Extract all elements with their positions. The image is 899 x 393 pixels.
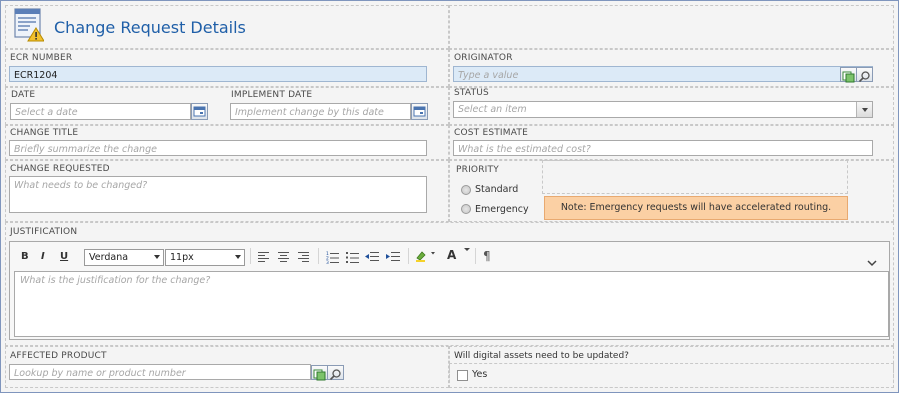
font-family-select[interactable]: Verdana xyxy=(84,249,164,266)
date-label: DATE xyxy=(11,90,36,100)
toolbar-separator xyxy=(475,248,476,264)
font-size-select[interactable]: 11px xyxy=(165,249,245,266)
yes-checkbox[interactable] xyxy=(457,370,468,381)
affected-product-placeholder: Lookup by name or product number xyxy=(14,368,186,379)
address-book-icon xyxy=(313,369,326,381)
change-requested-textarea[interactable]: What needs to be changed? xyxy=(9,176,427,213)
status-dropdown[interactable]: Select an item xyxy=(453,101,873,118)
emergency-radio-label: Emergency xyxy=(475,204,529,215)
justification-label: JUSTIFICATION xyxy=(10,227,78,237)
highlight-icon[interactable] xyxy=(415,248,437,262)
emergency-note: Note: Emergency requests will have accel… xyxy=(544,196,848,220)
underline-button[interactable]: U xyxy=(60,251,68,262)
justification-placeholder: What is the justification for the change… xyxy=(20,275,211,286)
originator-label: ORIGINATOR xyxy=(454,53,513,63)
address-book-button[interactable] xyxy=(840,67,857,83)
change-requested-placeholder: What needs to be changed? xyxy=(14,180,148,191)
svg-text:3: 3 xyxy=(326,260,329,264)
bold-button[interactable]: B xyxy=(21,251,29,262)
paragraph-button[interactable]: ¶ xyxy=(483,249,491,263)
bullet-list-icon[interactable] xyxy=(346,249,359,263)
ecr-number-field[interactable]: ECR1204 xyxy=(9,66,427,82)
page-title: Change Request Details xyxy=(54,18,246,37)
align-center-button[interactable] xyxy=(278,252,289,264)
address-book-icon xyxy=(842,71,855,83)
calendar-icon xyxy=(413,106,426,117)
standard-radio-label: Standard xyxy=(475,184,519,195)
affected-product-input[interactable]: Lookup by name or product number xyxy=(9,364,311,380)
justification-textarea[interactable]: What is the justification for the change… xyxy=(14,271,889,337)
title-cell-right xyxy=(449,5,894,49)
standard-radio[interactable] xyxy=(461,185,471,195)
ecr-number-label: ECR NUMBER xyxy=(10,53,73,63)
originator-input[interactable]: Type a value xyxy=(453,66,873,82)
product-search-button[interactable] xyxy=(327,365,344,381)
priority-label: PRIORITY xyxy=(456,165,499,175)
emergency-radio[interactable] xyxy=(461,204,471,214)
implement-date-picker-button[interactable] xyxy=(411,103,428,120)
digital-assets-option-cell xyxy=(449,363,894,388)
search-button[interactable] xyxy=(856,67,873,83)
product-lookup-button[interactable] xyxy=(311,365,328,381)
italic-button[interactable]: I xyxy=(41,251,45,262)
status-placeholder: Select an item xyxy=(458,104,527,115)
yes-checkbox-label: Yes xyxy=(472,369,488,380)
status-label: STATUS xyxy=(454,88,489,98)
toolbar-separator xyxy=(250,248,251,264)
change-requested-label: CHANGE REQUESTED xyxy=(10,164,110,174)
toolbar-separator xyxy=(318,248,319,264)
magnifier-icon xyxy=(858,71,870,83)
implement-date-input[interactable]: Implement change by this date xyxy=(230,103,411,120)
date-placeholder: Select a date xyxy=(15,107,78,118)
numbered-list-icon[interactable]: 1 2 3 xyxy=(326,249,339,266)
change-title-label: CHANGE TITLE xyxy=(10,128,79,138)
cost-estimate-input[interactable]: What is the estimated cost? xyxy=(453,140,873,156)
affected-product-label: AFFECTED PRODUCT xyxy=(10,351,107,361)
form-canvas: Change Request Details ECR NUMBER ECR120… xyxy=(0,0,899,393)
expand-toolbar-button[interactable] xyxy=(867,252,877,267)
cost-estimate-placeholder: What is the estimated cost? xyxy=(458,144,591,155)
note-top-cell xyxy=(542,160,848,194)
toolbar-separator xyxy=(408,248,409,264)
chevron-down-icon xyxy=(867,260,877,267)
date-input[interactable]: Select a date xyxy=(10,103,191,120)
chevron-down-icon[interactable] xyxy=(464,248,470,251)
font-color-button[interactable]: A xyxy=(447,248,456,262)
indent-icon[interactable] xyxy=(386,249,400,263)
implement-date-label: IMPLEMENT DATE xyxy=(231,90,313,100)
font-family-value: Verdana xyxy=(89,252,129,263)
font-size-value: 11px xyxy=(170,252,194,263)
align-left-button[interactable] xyxy=(258,252,269,264)
outdent-icon[interactable] xyxy=(365,249,379,263)
change-title-placeholder: Briefly summarize the change xyxy=(14,144,157,155)
form-warning-icon xyxy=(14,8,45,42)
chevron-down-icon xyxy=(154,255,160,259)
align-right-button[interactable] xyxy=(298,252,309,264)
chevron-down-icon xyxy=(235,255,241,259)
change-title-input[interactable]: Briefly summarize the change xyxy=(9,140,427,156)
calendar-icon xyxy=(193,106,206,117)
status-dropdown-button[interactable] xyxy=(856,102,872,117)
chevron-down-icon xyxy=(862,108,868,112)
implement-date-placeholder: Implement change by this date xyxy=(235,107,384,118)
digital-assets-label: Will digital assets need to be updated? xyxy=(454,351,629,361)
magnifier-icon xyxy=(329,369,341,381)
originator-placeholder: Type a value xyxy=(458,70,519,81)
date-picker-button[interactable] xyxy=(191,103,208,120)
cost-estimate-label: COST ESTIMATE xyxy=(454,128,528,138)
